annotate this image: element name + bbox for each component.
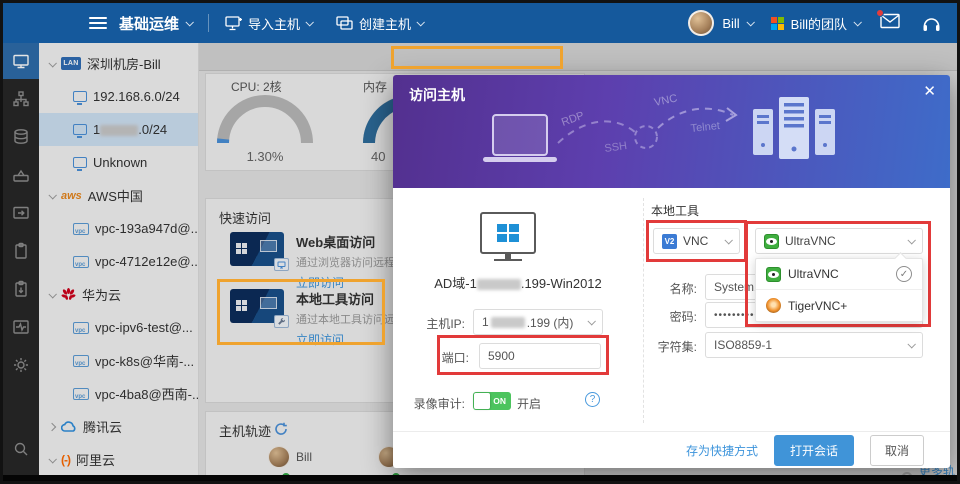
app-menu-label: 基础运维 [119,15,180,33]
notification-dot [876,8,884,17]
create-host-label: 创建主机 [359,16,412,32]
chevron-down-icon [853,18,862,27]
app-window: 基础运维 导入主机 创建主机 Bill Bill的团队 LAN 深圳机房-Bil… [0,0,960,484]
port-label: 端口: [441,351,469,365]
cancel-button[interactable]: 取消 [869,434,924,466]
dialog-header: 访问主机 ✕ RDP SSH VNC Telnet [393,75,950,188]
team-menu[interactable]: Bill的团队 [790,14,862,33]
access-host-dialog: 访问主机 ✕ RDP SSH VNC Telnet AD域-1 .199-Win… [393,75,950,468]
protocol-ssh: SSH [604,140,628,155]
chevron-down-icon [907,340,916,349]
client-select[interactable]: UltraVNC [755,228,923,254]
record-audit-toggle[interactable]: ON [473,392,511,410]
tigervnc-icon [766,298,781,313]
password-label: 密码: [669,310,697,324]
close-icon[interactable]: ✕ [923,82,936,100]
team-logo-icon [770,16,784,30]
port-input[interactable]: 5900 [479,343,601,369]
team-name: Bill的团队 [790,16,847,32]
user-avatar[interactable] [688,10,715,36]
headset-icon[interactable] [922,15,941,32]
client-dropdown-menu: UltraVNC ✓ TigerVNC+ [755,258,923,322]
vnc-badge-icon: V2 [662,233,677,249]
dialog-footer: 存为快捷方式 打开会话 取消 [393,431,950,468]
host-ip-select[interactable]: 1.199 (内) [473,309,603,335]
windows-host-icon [480,212,536,254]
window-edge [3,475,957,481]
protocol-select[interactable]: V2 VNC [653,228,740,254]
create-host-icon [336,15,353,30]
chevron-down-icon [746,18,755,27]
protocol-telnet: Telnet [690,120,720,135]
open-session-button[interactable]: 打开会话 [773,434,854,466]
messages-button[interactable] [876,8,900,34]
chevron-down-icon [416,18,425,27]
import-host-button[interactable]: 导入主机 [225,14,314,33]
charset-label: 字符集: [657,340,697,354]
record-audit-label: 录像审计: [413,397,465,411]
chevron-down-icon [907,236,916,245]
chevron-down-icon [724,236,733,245]
menu-item-tigervnc[interactable]: TigerVNC+ [756,290,922,321]
chevron-down-icon [185,18,194,27]
top-navbar: 基础运维 导入主机 创建主机 Bill Bill的团队 [3,3,957,43]
ultravnc-icon [766,266,781,282]
connection-illustration: RDP SSH VNC Telnet [483,92,835,162]
check-circle-icon: ✓ [896,266,912,282]
ultravnc-icon [764,233,779,249]
protocol-vnc: VNC [653,92,678,109]
chevron-down-icon [305,18,314,27]
help-icon[interactable]: ? [585,392,600,407]
app-menu[interactable]: 基础运维 [119,13,194,34]
chevron-down-icon [587,317,596,326]
charset-select[interactable]: ISO8859-1 [705,332,923,358]
menu-item-ultravnc[interactable]: UltraVNC ✓ [756,259,922,290]
record-state: 开启 [517,397,542,411]
name-label: 名称: [669,282,697,296]
host-ip-label: 主机IP: [426,317,465,331]
hamburger-menu-icon[interactable] [89,17,107,29]
save-shortcut-link[interactable]: 存为快捷方式 [686,442,758,459]
local-tool-title: 本地工具 [651,204,700,218]
user-menu[interactable]: Bill [722,15,755,31]
import-host-icon [225,15,243,30]
user-name: Bill [722,15,740,31]
divider [208,14,210,32]
dialog-title: 访问主机 [409,87,465,103]
import-host-label: 导入主机 [248,16,301,32]
dialog-body: AD域-1.199-Win2012 主机IP: 1.199 (内) 端口: 59… [393,188,950,431]
create-host-button[interactable]: 创建主机 [336,14,425,33]
servers-icon [753,97,835,159]
host-name: AD域-1.199-Win2012 [434,276,602,291]
